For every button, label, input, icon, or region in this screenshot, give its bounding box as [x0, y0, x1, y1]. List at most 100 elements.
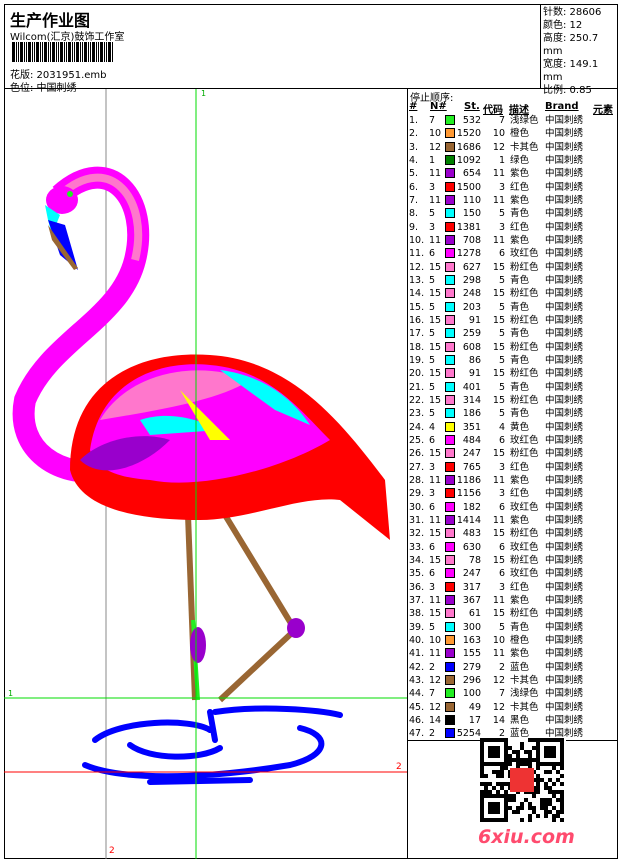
row-index: 40. [409, 634, 425, 646]
qr-module [488, 762, 492, 766]
qr-module [548, 810, 552, 814]
qr-module [480, 774, 484, 778]
row-code: 15 [492, 394, 505, 406]
design-canvas: 1 1 2 2 [4, 89, 408, 859]
row-index: 29. [409, 488, 425, 500]
row-brand: 中国刺绣 [545, 501, 584, 513]
qr-module [492, 762, 496, 766]
row-description: 玫红色 [510, 501, 539, 513]
row-description: 黄色 [510, 421, 530, 433]
row-brand: 中国刺绣 [545, 154, 584, 166]
row-description: 粉红色 [510, 608, 539, 620]
qr-module [528, 738, 532, 742]
row-stitches: 1414 [456, 514, 481, 526]
qr-module [560, 762, 564, 766]
qr-module [496, 802, 500, 806]
row-brand: 中国刺绣 [545, 381, 584, 393]
row-description: 红色 [510, 461, 530, 473]
table-row: 4. 1 1092 1 绿色 中国刺绣 [408, 154, 618, 167]
qr-module [552, 746, 556, 750]
row-index: 15. [409, 301, 425, 313]
qr-module [536, 778, 540, 782]
qr-module [528, 814, 532, 818]
qr-module [496, 770, 500, 774]
row-description: 黑色 [510, 714, 530, 726]
row-description: 卡其色 [510, 674, 539, 686]
qr-module [552, 814, 556, 818]
watermark-logo: 6xiu.com [478, 826, 575, 848]
qr-module [496, 794, 500, 798]
qr-module [528, 806, 532, 810]
qr-module [524, 758, 528, 762]
row-needle: 15 [429, 554, 442, 566]
qr-module [516, 806, 520, 810]
table-row: 32. 15 483 15 粉红色 中国刺绣 [408, 527, 618, 540]
row-description: 青色 [510, 621, 530, 633]
table-row: 41. 11 155 11 紫色 中国刺绣 [408, 647, 618, 660]
qr-module [560, 794, 564, 798]
row-index: 34. [409, 554, 425, 566]
row-code: 3 [498, 461, 505, 473]
row-code: 5 [498, 408, 505, 420]
row-code: 6 [498, 541, 505, 553]
barcode-bar [32, 42, 33, 62]
row-brand: 中国刺绣 [545, 568, 584, 580]
row-index: 36. [409, 581, 425, 593]
row-stitches: 1686 [456, 141, 481, 153]
qr-module [548, 762, 552, 766]
barcode-bar [98, 42, 99, 62]
row-brand: 中国刺绣 [545, 421, 584, 433]
row-index: 42. [409, 661, 425, 673]
barcode-bar [112, 42, 113, 62]
row-needle: 11 [429, 234, 442, 246]
qr-logo [510, 768, 534, 792]
row-code: 6 [498, 501, 505, 513]
qr-module [536, 762, 540, 766]
qr-module [544, 754, 548, 758]
qr-module [544, 746, 548, 750]
row-stitches: 186 [462, 408, 481, 420]
table-row: 42. 2 279 2 蓝色 中国刺绣 [408, 661, 618, 674]
row-code: 15 [492, 314, 505, 326]
row-brand: 中国刺绣 [545, 581, 584, 593]
row-stitches: 182 [462, 501, 481, 513]
qr-module [552, 806, 556, 810]
qr-module [480, 810, 484, 814]
row-code: 15 [492, 288, 505, 300]
table-row: 43. 12 296 12 卡其色 中国刺绣 [408, 674, 618, 687]
row-stitches: 1156 [456, 488, 481, 500]
color-swatch [445, 568, 455, 579]
row-description: 紫色 [510, 474, 530, 486]
row-brand: 中国刺绣 [545, 448, 584, 460]
color-swatch [445, 608, 455, 619]
qr-module [536, 742, 540, 746]
row-stitches: 765 [462, 461, 481, 473]
qr-module [520, 746, 524, 750]
qr-module [480, 742, 484, 746]
row-needle: 15 [429, 288, 442, 300]
qr-module [536, 782, 540, 786]
table-row: 36. 3 317 3 红色 中国刺绣 [408, 581, 618, 594]
row-needle: 5 [429, 274, 436, 286]
qr-module [532, 738, 536, 742]
row-stitches: 298 [462, 274, 481, 286]
row-description: 粉红色 [510, 261, 539, 273]
barcode-bar [16, 42, 17, 62]
qr-module [492, 786, 496, 790]
qr-module [548, 786, 552, 790]
color-swatch [445, 208, 455, 219]
qr-module [484, 790, 488, 794]
qr-module [492, 750, 496, 754]
color-swatch [445, 368, 455, 379]
qr-module [524, 750, 528, 754]
knee-right [287, 618, 305, 638]
table-row: 25. 6 484 6 玫红色 中国刺绣 [408, 434, 618, 447]
color-swatch [445, 674, 455, 685]
barcode-bar [56, 42, 57, 62]
row-description: 浅绿色 [510, 115, 539, 126]
row-description: 紫色 [510, 168, 530, 180]
row-brand: 中国刺绣 [545, 128, 584, 140]
qr-module [552, 750, 556, 754]
row-code: 6 [498, 248, 505, 260]
qr-module [552, 794, 556, 798]
